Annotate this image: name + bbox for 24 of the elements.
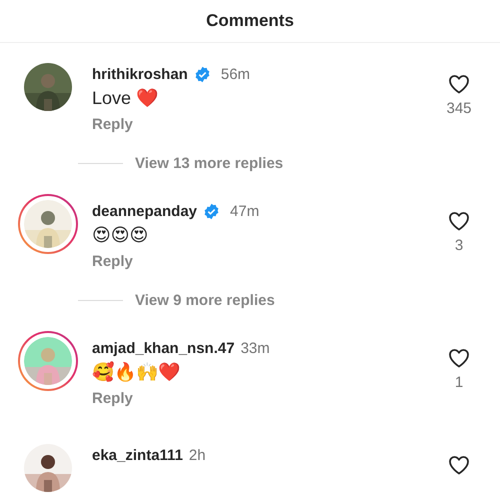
screen-title: Comments xyxy=(206,11,294,31)
comment-text: 🥰🔥🙌❤ xyxy=(92,360,180,384)
username[interactable]: eka_zinta111 xyxy=(92,446,183,464)
username[interactable]: hrithikroshan xyxy=(92,66,188,82)
like-count: 1 xyxy=(454,374,464,391)
comment-text: 😍😍😍 xyxy=(92,224,148,247)
username[interactable]: deannepanday xyxy=(92,202,198,220)
username[interactable]: amjad_khan_nsn.47 xyxy=(92,340,235,356)
view-replies-link[interactable]: View 9 more replies xyxy=(135,292,275,308)
reply-link[interactable]: Reply xyxy=(92,249,133,273)
view-replies-link[interactable]: View 13 more replies xyxy=(135,154,284,172)
timestamp: 56m xyxy=(220,66,250,82)
like-icon[interactable] xyxy=(447,346,471,370)
like-icon[interactable] xyxy=(447,72,471,96)
timestamp: 33m xyxy=(240,340,270,356)
like-count: 345 xyxy=(446,100,472,117)
timestamp: 47m xyxy=(230,202,260,220)
reply-link[interactable]: Reply xyxy=(92,386,133,410)
comment-text: Love ❤ xyxy=(92,87,158,110)
timestamp: 2h xyxy=(188,446,206,464)
reply-link[interactable]: Reply xyxy=(92,112,133,136)
like-icon[interactable] xyxy=(447,209,471,233)
like-icon[interactable] xyxy=(447,453,471,477)
like-count: 3 xyxy=(454,237,464,254)
